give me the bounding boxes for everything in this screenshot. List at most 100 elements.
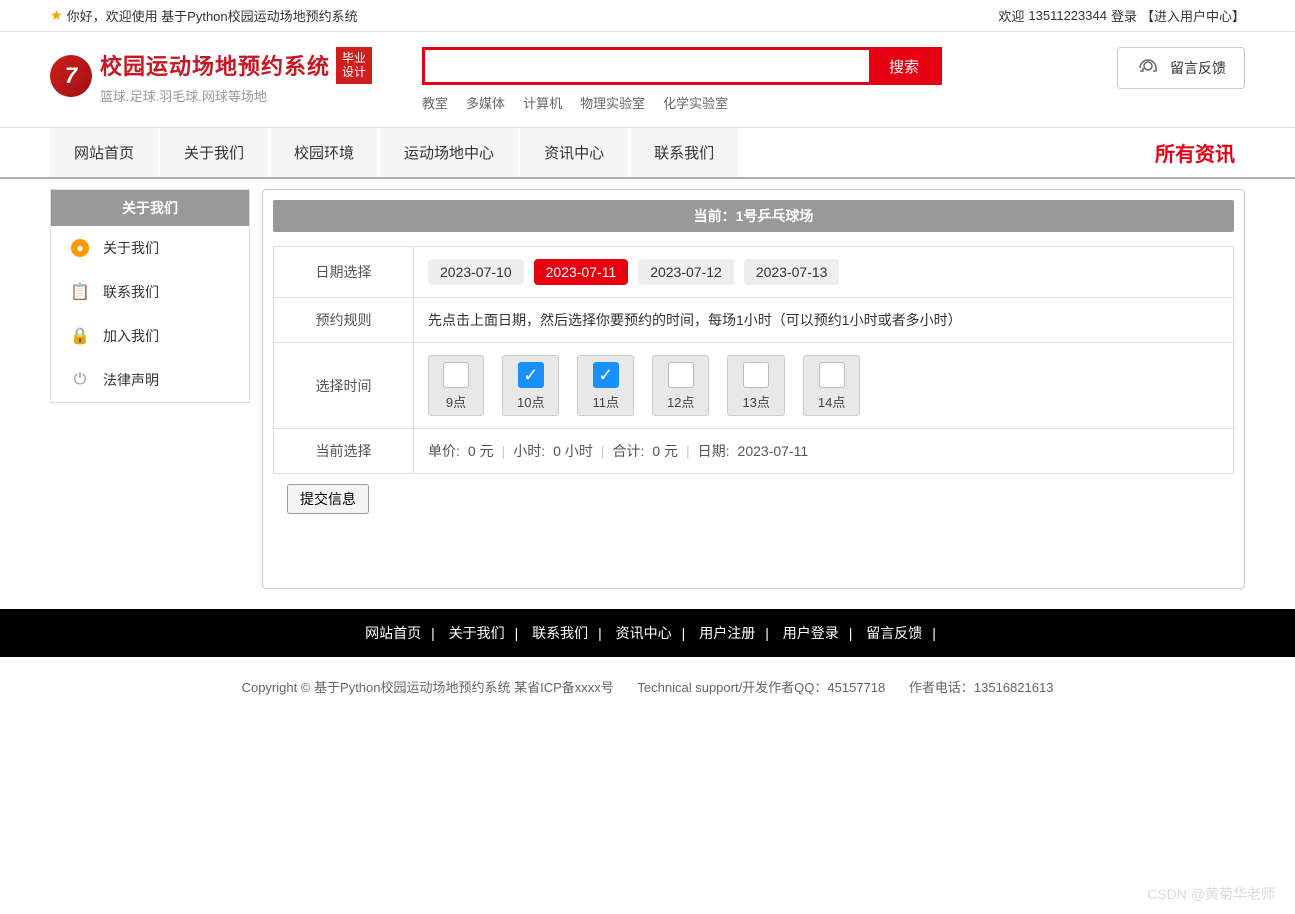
sidebar-item-contact[interactable]: 📋 联系我们 bbox=[51, 270, 249, 314]
main-nav: 网站首页 关于我们 校园环境 运动场地中心 资讯中心 联系我们 所有资讯 bbox=[0, 127, 1295, 179]
sidebar-item-label: 法律声明 bbox=[103, 370, 159, 390]
logo-subtitle: 篮球.足球.羽毛球.网球等场地 bbox=[100, 86, 372, 105]
tech-support: Technical support/开发作者QQ：45157718 bbox=[637, 680, 885, 695]
date-selector: 2023-07-10 2023-07-11 2023-07-12 2023-07… bbox=[428, 259, 1219, 285]
sidebar-title: 关于我们 bbox=[51, 190, 249, 226]
nav-home[interactable]: 网站首页 bbox=[50, 128, 158, 177]
price-label: 单价: bbox=[428, 441, 460, 461]
label-time: 选择时间 bbox=[274, 343, 414, 429]
search-tag[interactable]: 物理实验室 bbox=[580, 93, 645, 112]
date-label: 日期: bbox=[698, 441, 730, 461]
search-button[interactable]: 搜索 bbox=[869, 50, 939, 82]
checkbox-icon bbox=[819, 362, 845, 388]
rule-text: 先点击上面日期，然后选择你要预约的时间，每场1小时（可以预约1小时或者多小时） bbox=[414, 298, 1234, 343]
topbar: ★ 你好，欢迎使用 基于Python校园运动场地预约系统 欢迎 13511223… bbox=[0, 0, 1295, 32]
author-phone: 作者电话：13516821613 bbox=[909, 680, 1054, 695]
sidebar-item-about[interactable]: ● 关于我们 bbox=[51, 226, 249, 270]
time-label: 13点 bbox=[742, 392, 769, 411]
date-pill[interactable]: 2023-07-10 bbox=[428, 259, 524, 285]
search-tag[interactable]: 化学实验室 bbox=[663, 93, 728, 112]
separator: | bbox=[686, 443, 690, 459]
copyright: Copyright © 基于Python校园运动场地预约系统 某省ICP备xxx… bbox=[0, 657, 1295, 716]
watermark: CSDN @黄菊华老师 bbox=[1147, 884, 1275, 904]
time-slot-9[interactable]: 9点 bbox=[428, 355, 484, 416]
greeting-text: 你好，欢迎使用 基于Python校园运动场地预约系统 bbox=[67, 6, 358, 25]
time-slot-12[interactable]: 12点 bbox=[652, 355, 709, 416]
time-label: 10点 bbox=[517, 392, 544, 411]
clipboard-icon: 📋 bbox=[71, 283, 89, 301]
nav-about[interactable]: 关于我们 bbox=[160, 128, 268, 177]
separator: | bbox=[601, 443, 605, 459]
time-slot-10[interactable]: ✓ 10点 bbox=[502, 355, 559, 416]
nav-news[interactable]: 资讯中心 bbox=[520, 128, 628, 177]
summary-line: 单价: 0 元 | 小时: 0 小时 | 合计: 0 元 | 日期: 2023-… bbox=[428, 441, 1219, 461]
footer-link[interactable]: 用户注册 bbox=[699, 625, 755, 641]
footer-link[interactable]: 资讯中心 bbox=[616, 625, 672, 641]
footer-link[interactable]: 留言反馈 bbox=[866, 625, 922, 641]
submit-button[interactable]: 提交信息 bbox=[287, 484, 369, 514]
content-title: 当前：1号乒乓球场 bbox=[273, 200, 1234, 232]
label-current: 当前选择 bbox=[274, 429, 414, 474]
circle-icon: ● bbox=[71, 239, 89, 257]
sidebar-item-join[interactable]: 🔒 加入我们 bbox=[51, 314, 249, 358]
nav-campus[interactable]: 校园环境 bbox=[270, 128, 378, 177]
date-pill[interactable]: 2023-07-13 bbox=[744, 259, 840, 285]
usercenter-link[interactable]: 【进入用户中心】 bbox=[1141, 6, 1245, 25]
search-input[interactable] bbox=[425, 50, 869, 82]
search-tag[interactable]: 教室 bbox=[422, 93, 448, 112]
power-icon: ⏻ bbox=[71, 371, 89, 389]
date-value: 2023-07-11 bbox=[738, 443, 809, 459]
label-rule: 预约规则 bbox=[274, 298, 414, 343]
time-label: 14点 bbox=[818, 392, 845, 411]
total-value: 0 元 bbox=[652, 441, 678, 461]
topbar-right: 欢迎 13511223344 登录 【进入用户中心】 bbox=[998, 6, 1245, 25]
search-tag[interactable]: 计算机 bbox=[523, 93, 562, 112]
date-pill[interactable]: 2023-07-11 bbox=[534, 259, 629, 285]
logo-title: 校园运动场地预约系统 bbox=[100, 49, 330, 81]
nav-all-news[interactable]: 所有资讯 bbox=[1155, 138, 1245, 167]
time-label: 11点 bbox=[592, 392, 619, 411]
time-selector: 9点 ✓ 10点 ✓ 11点 12点 bbox=[428, 355, 1219, 416]
headset-icon bbox=[1136, 56, 1160, 80]
sidebar-item-label: 关于我们 bbox=[103, 238, 159, 258]
sidebar-item-legal[interactable]: ⏻ 法律声明 bbox=[51, 358, 249, 402]
search-tags: 教室 多媒体 计算机 物理实验室 化学实验室 bbox=[422, 93, 942, 112]
total-label: 合计: bbox=[612, 441, 644, 461]
footer-link[interactable]: 联系我们 bbox=[532, 625, 588, 641]
sidebar: 关于我们 ● 关于我们 📋 联系我们 🔒 加入我们 ⏻ 法律声明 bbox=[50, 189, 250, 403]
separator: | bbox=[502, 443, 506, 459]
checkbox-checked-icon: ✓ bbox=[518, 362, 544, 388]
lock-icon: 🔒 bbox=[71, 327, 89, 345]
logo-badge: 毕业设计 bbox=[336, 47, 372, 84]
search-tag[interactable]: 多媒体 bbox=[466, 93, 505, 112]
time-label: 12点 bbox=[667, 392, 694, 411]
footer-link[interactable]: 关于我们 bbox=[449, 625, 505, 641]
star-icon: ★ bbox=[50, 7, 63, 24]
sidebar-item-label: 加入我们 bbox=[103, 326, 159, 346]
welcome-label: 欢迎 bbox=[998, 6, 1024, 25]
logo-area[interactable]: 7 校园运动场地预约系统 毕业设计 篮球.足球.羽毛球.网球等场地 bbox=[50, 47, 372, 105]
sidebar-item-label: 联系我们 bbox=[103, 282, 159, 302]
checkbox-checked-icon: ✓ bbox=[593, 362, 619, 388]
checkbox-icon bbox=[443, 362, 469, 388]
date-pill[interactable]: 2023-07-12 bbox=[638, 259, 734, 285]
hours-label: 小时: bbox=[513, 441, 545, 461]
copyright-text: Copyright © 基于Python校园运动场地预约系统 某省ICP备xxx… bbox=[242, 680, 614, 695]
time-slot-14[interactable]: 14点 bbox=[803, 355, 860, 416]
nav-venue[interactable]: 运动场地中心 bbox=[380, 128, 518, 177]
feedback-button[interactable]: 留言反馈 bbox=[1117, 47, 1245, 89]
booking-table: 日期选择 2023-07-10 2023-07-11 2023-07-12 20… bbox=[273, 246, 1234, 474]
logo-icon: 7 bbox=[50, 55, 92, 97]
footer-nav: 网站首页| 关于我们| 联系我们| 资讯中心| 用户注册| 用户登录| 留言反馈… bbox=[0, 609, 1295, 657]
login-link[interactable]: 登录 bbox=[1111, 6, 1137, 25]
footer-link[interactable]: 用户登录 bbox=[783, 625, 839, 641]
footer-link[interactable]: 网站首页 bbox=[365, 625, 421, 641]
header: 7 校园运动场地预约系统 毕业设计 篮球.足球.羽毛球.网球等场地 搜索 教室 … bbox=[0, 32, 1295, 127]
time-slot-13[interactable]: 13点 bbox=[727, 355, 784, 416]
feedback-label: 留言反馈 bbox=[1170, 58, 1226, 78]
time-slot-11[interactable]: ✓ 11点 bbox=[577, 355, 634, 416]
user-phone[interactable]: 13511223344 bbox=[1028, 8, 1107, 23]
content-panel: 当前：1号乒乓球场 日期选择 2023-07-10 2023-07-11 202… bbox=[262, 189, 1245, 589]
checkbox-icon bbox=[743, 362, 769, 388]
nav-contact[interactable]: 联系我们 bbox=[630, 128, 738, 177]
